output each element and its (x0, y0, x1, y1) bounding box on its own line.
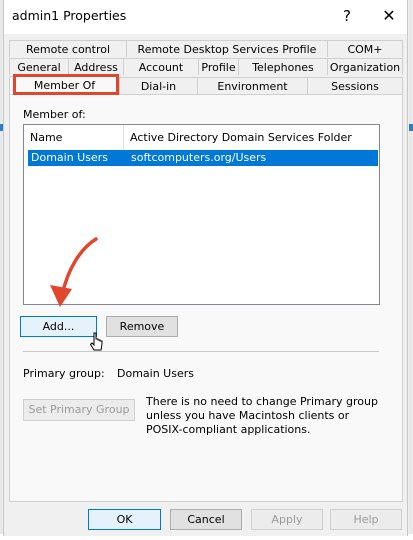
window-title: admin1 Properties (12, 8, 127, 23)
annotation-arrow-icon (50, 237, 98, 307)
tab-profile[interactable]: Profile (198, 58, 238, 75)
primary-group-info-text: There is no need to change Primary group… (146, 395, 378, 436)
tab-environment[interactable]: Environment (197, 77, 307, 94)
member-of-label: Member of: (23, 108, 86, 121)
tab-general[interactable]: General (9, 58, 68, 75)
title-bar: admin1 Properties ? ✕ (4, 0, 407, 34)
tab-organization[interactable]: Organization (327, 58, 403, 75)
mouse-cursor-icon (89, 332, 103, 351)
primary-group-label: Primary group: (23, 367, 105, 380)
list-item-name: Domain Users (31, 151, 108, 164)
tab-telephones[interactable]: Telephones (238, 58, 327, 75)
tab-dial-in[interactable]: Dial-in (119, 77, 197, 94)
tab-com-plus[interactable]: COM+ (327, 40, 403, 57)
add-button[interactable]: Add... (20, 316, 97, 337)
tab-account[interactable]: Account (123, 58, 198, 75)
tab-address[interactable]: Address (68, 58, 123, 75)
remove-button[interactable]: Remove (106, 316, 178, 337)
close-icon[interactable]: ✕ (376, 4, 402, 28)
set-primary-group-button[interactable]: Set Primary Group (23, 399, 135, 421)
column-header-name[interactable]: Name (24, 125, 124, 150)
ok-button[interactable]: OK (88, 509, 161, 530)
cancel-button[interactable]: Cancel (170, 509, 242, 530)
tab-remote-desktop-services-profile[interactable]: Remote Desktop Services Profile (126, 40, 327, 57)
list-item-folder: softcomputers.org/Users (131, 151, 267, 164)
help-button[interactable]: Help (330, 509, 402, 530)
tab-remote-control[interactable]: Remote control (9, 40, 126, 57)
help-icon[interactable]: ? (334, 4, 360, 28)
column-header-folder[interactable]: Active Directory Domain Services Folder (124, 125, 379, 150)
tab-sessions[interactable]: Sessions (307, 77, 403, 94)
list-item[interactable]: Domain Users softcomputers.org/Users (28, 150, 378, 166)
primary-group-value: Domain Users (117, 367, 194, 380)
apply-button[interactable]: Apply (251, 509, 323, 530)
annotation-highlight-box (13, 74, 119, 95)
separator (23, 351, 379, 352)
background-right-mark (409, 124, 413, 131)
background-right (409, 0, 413, 540)
